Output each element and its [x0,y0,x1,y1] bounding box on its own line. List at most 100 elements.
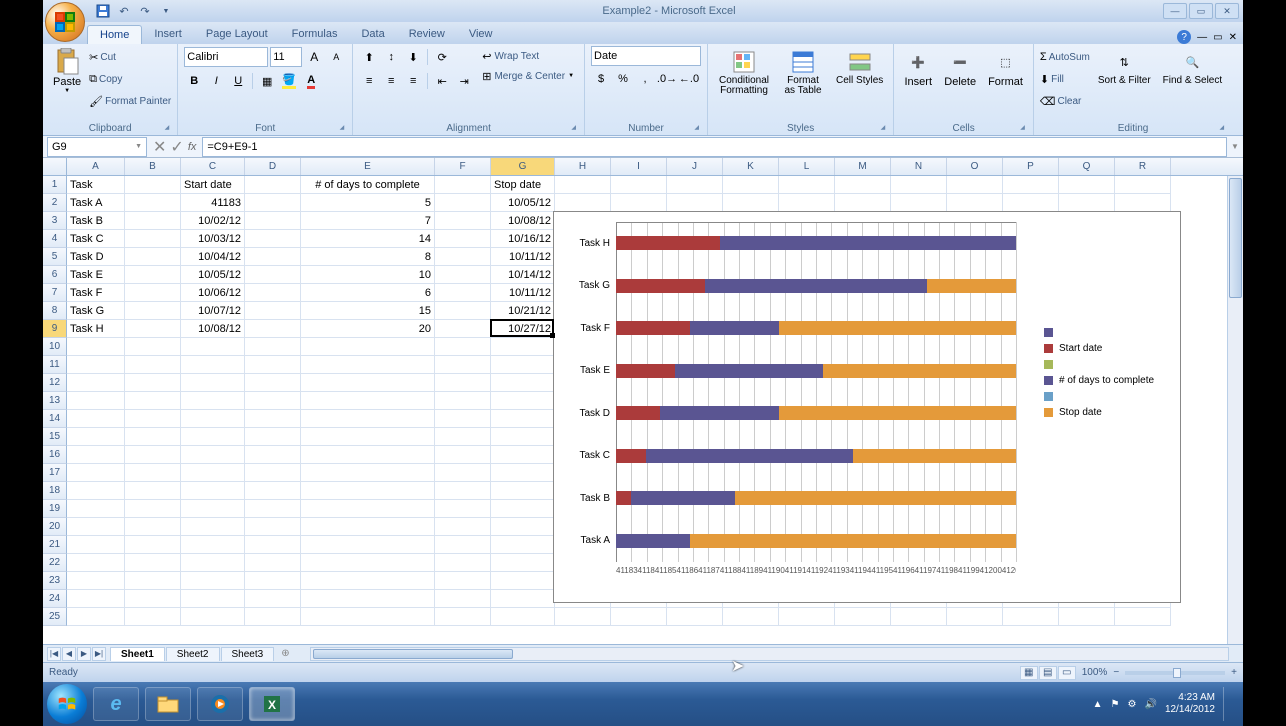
row-header[interactable]: 3 [43,212,67,230]
orientation-icon[interactable]: ⟳ [432,47,452,67]
autosum-button[interactable]: ΣAutoSum [1040,46,1090,68]
cell[interactable] [245,536,301,554]
cell[interactable] [245,482,301,500]
doc-minimize-icon[interactable]: — [1197,32,1207,43]
cell[interactable] [245,464,301,482]
cell[interactable] [301,392,435,410]
cell[interactable] [67,446,125,464]
cell[interactable]: 10/14/12 [491,266,555,284]
cell[interactable]: 10/02/12 [181,212,245,230]
row-header[interactable]: 11 [43,356,67,374]
start-button[interactable] [47,684,87,724]
cell[interactable]: # of days to complete [301,176,435,194]
cell[interactable] [301,338,435,356]
cell[interactable]: Task B [67,212,125,230]
cell[interactable]: 6 [301,284,435,302]
cell[interactable] [181,374,245,392]
align-bottom-icon[interactable]: ⬇ [403,47,423,67]
cell[interactable] [723,194,779,212]
insert-cells-button[interactable]: ➕Insert [900,46,936,90]
cell[interactable] [835,176,891,194]
cell[interactable] [245,266,301,284]
comma-icon[interactable]: , [635,69,655,89]
cell[interactable] [435,230,491,248]
cell[interactable] [245,428,301,446]
cell[interactable] [435,536,491,554]
row-header[interactable]: 7 [43,284,67,302]
cell[interactable] [555,194,611,212]
cell[interactable]: 15 [301,302,435,320]
sheet-nav-last-icon[interactable]: ▶| [92,647,106,661]
cell[interactable] [435,500,491,518]
taskbar-excel-icon[interactable]: X [249,687,295,721]
enter-formula-icon[interactable]: ✓ [170,137,183,157]
cell[interactable] [611,608,667,626]
cell[interactable] [435,572,491,590]
cell[interactable] [301,554,435,572]
cell[interactable] [67,464,125,482]
row-header[interactable]: 6 [43,266,67,284]
normal-view-icon[interactable]: ▦ [1020,666,1038,680]
fx-icon[interactable]: fx [188,141,197,153]
cell[interactable] [947,176,1003,194]
cell[interactable] [435,554,491,572]
cell[interactable] [611,176,667,194]
cell[interactable]: 20 [301,320,435,338]
cell[interactable] [245,572,301,590]
cell[interactable] [67,392,125,410]
cell[interactable] [181,572,245,590]
cell[interactable] [245,176,301,194]
cell[interactable]: 10/07/12 [181,302,245,320]
cell[interactable] [435,248,491,266]
align-right-icon[interactable]: ≡ [403,71,423,91]
row-header[interactable]: 18 [43,482,67,500]
cell[interactable] [555,176,611,194]
cancel-formula-icon[interactable]: ✕ [153,137,166,157]
cell[interactable] [67,518,125,536]
cell[interactable] [435,194,491,212]
cell[interactable]: Start date [181,176,245,194]
cell[interactable]: 10/08/12 [181,320,245,338]
font-color-button[interactable]: A [301,71,321,91]
cell[interactable]: Task E [67,266,125,284]
cell[interactable] [67,410,125,428]
zoom-in-icon[interactable]: + [1231,667,1237,678]
cell[interactable] [301,410,435,428]
cell[interactable] [245,500,301,518]
cell[interactable] [181,446,245,464]
cell-styles-button[interactable]: Cell Styles [832,46,887,88]
cell[interactable] [491,464,555,482]
cell[interactable] [67,356,125,374]
sheet-tab[interactable]: Sheet1 [110,647,165,661]
cell[interactable] [555,608,611,626]
cell[interactable] [723,176,779,194]
increase-decimal-icon[interactable]: .0→ [657,69,677,89]
bold-button[interactable]: B [184,71,204,91]
cell[interactable] [301,572,435,590]
show-desktop-button[interactable] [1223,687,1233,721]
cell[interactable] [667,176,723,194]
cell[interactable] [491,482,555,500]
cell[interactable] [125,410,181,428]
column-header[interactable]: F [435,158,491,175]
row-header[interactable]: 1 [43,176,67,194]
cell[interactable] [125,392,181,410]
decrease-decimal-icon[interactable]: ←.0 [679,69,699,89]
cell[interactable] [1003,176,1059,194]
new-sheet-icon[interactable]: ⊕ [275,648,295,659]
doc-close-icon[interactable]: ✕ [1229,32,1237,43]
cell[interactable] [245,212,301,230]
cell[interactable] [301,464,435,482]
taskbar-clock[interactable]: 4:23 AM 12/14/2012 [1165,692,1215,716]
cell[interactable] [491,518,555,536]
cell[interactable] [435,482,491,500]
cell[interactable] [125,554,181,572]
percent-icon[interactable]: % [613,69,633,89]
page-layout-view-icon[interactable]: ▤ [1039,666,1057,680]
italic-button[interactable]: I [206,71,226,91]
row-header[interactable]: 22 [43,554,67,572]
sheet-nav-prev-icon[interactable]: ◀ [62,647,76,661]
horizontal-scrollbar[interactable] [310,647,1229,661]
cell[interactable] [125,320,181,338]
cell[interactable] [125,194,181,212]
